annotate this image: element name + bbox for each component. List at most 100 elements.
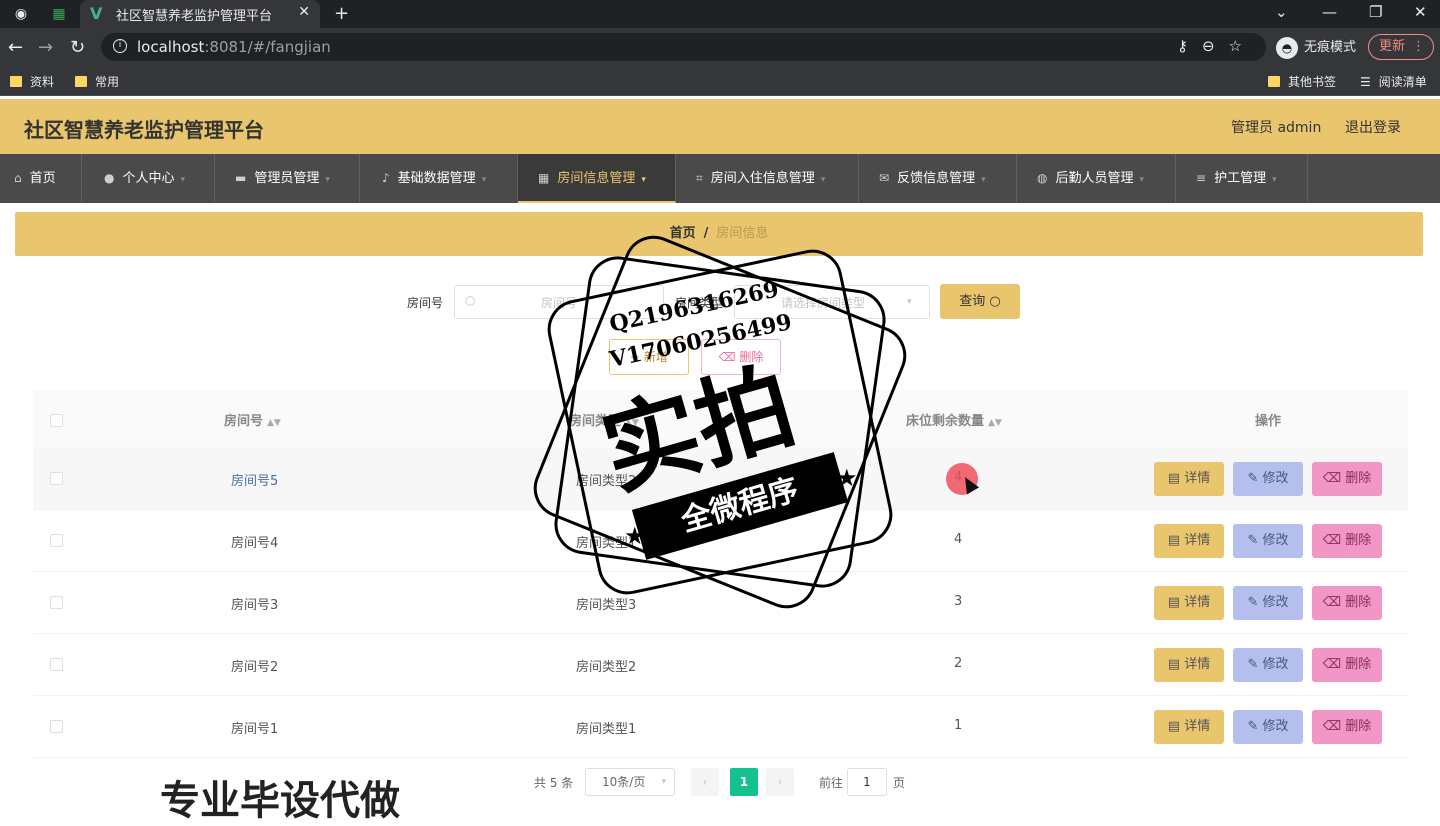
delete-button[interactable]: ⌫ 删除	[1312, 710, 1382, 744]
sheets-icon[interactable]: ▦	[50, 5, 68, 23]
header-label: 房间号	[224, 414, 264, 429]
edit-button[interactable]: ✎ 修改	[1233, 524, 1303, 558]
menu-item-admin[interactable]: ▬ 管理员管理 ▾	[215, 154, 360, 203]
detail-label: 详情	[1184, 657, 1211, 672]
menu-item-personal[interactable]: ● 个人中心 ▾	[82, 154, 215, 203]
detail-button[interactable]: ▤ 详情	[1154, 648, 1224, 682]
reading-list[interactable]: ☰ 阅读清单	[1360, 73, 1427, 90]
chevron-down-icon: ▾	[325, 175, 330, 185]
browser-menu-icon[interactable]: ◉	[12, 5, 30, 23]
table-row[interactable]: 房间号3 房间类型3 3 ▤ 详情 ✎ 修改 ⌫ 删除	[33, 572, 1408, 634]
bookmark-folder-other[interactable]: 其他书签	[1268, 73, 1336, 90]
query-button[interactable]: 查询 ○	[940, 284, 1020, 319]
new-tab-icon[interactable]: +	[334, 3, 349, 24]
forward-icon[interactable]: →	[38, 37, 53, 58]
update-button[interactable]: 更新 ⋮	[1368, 34, 1434, 60]
table-row[interactable]: 房间号5 房间类型2 4 ▤ 详情 ✎ 修改 ⌫ 删除	[33, 448, 1408, 510]
pencil-icon: ✎	[1247, 595, 1263, 610]
room-no-input[interactable]: ○ 房间号	[454, 285, 664, 319]
breadcrumb-current: 房间信息	[716, 226, 769, 241]
chevron-down-icon: ▾	[1139, 175, 1145, 185]
cell-room-type: 房间类型1	[576, 722, 637, 737]
edit-button[interactable]: ✎ 修改	[1233, 462, 1303, 496]
room-type-select[interactable]: 请选择房间类型 ▾	[734, 285, 930, 319]
reload-icon[interactable]: ↻	[70, 37, 85, 58]
url-host: localhost	[137, 38, 205, 56]
bookmark-folder[interactable]: 常用	[75, 73, 119, 90]
menu-item-caregiver[interactable]: ≡ 护工管理 ▾	[1176, 154, 1308, 203]
detail-label: 详情	[1184, 533, 1211, 548]
room-no-label: 房间号	[407, 296, 444, 310]
detail-button[interactable]: ▤ 详情	[1154, 462, 1224, 496]
window-close-icon[interactable]: ✕	[1414, 3, 1427, 21]
cell-beds: 1	[954, 718, 963, 733]
table-row[interactable]: 房间号2 房间类型2 2 ▤ 详情 ✎ 修改 ⌫ 删除	[33, 634, 1408, 696]
trash-icon: ⌫	[1322, 533, 1346, 548]
next-page-button[interactable]: ›	[766, 768, 794, 796]
cell-beds: 3	[954, 594, 963, 609]
table-row[interactable]: 房间号1 房间类型1 1 ▤ 详情 ✎ 修改 ⌫ 删除	[33, 696, 1408, 758]
cell-room-no: 房间号2	[231, 660, 279, 675]
crop-icon: ⌗	[696, 171, 703, 185]
delete-button[interactable]: ⌫ 删除	[1312, 648, 1382, 682]
page-size-select[interactable]: 10条/页 ▾	[585, 768, 675, 796]
row-checkbox[interactable]	[50, 596, 63, 609]
row-checkbox[interactable]	[50, 472, 63, 485]
restore-icon[interactable]: ❐	[1369, 3, 1382, 21]
breadcrumb-home[interactable]: 首页	[670, 226, 696, 241]
prev-page-button[interactable]: ‹	[691, 768, 719, 796]
back-icon[interactable]: ←	[8, 37, 23, 58]
edit-label: 修改	[1262, 533, 1289, 548]
edit-button[interactable]: ✎ 修改	[1233, 710, 1303, 744]
delete-button[interactable]: ⌫ 删除	[1312, 524, 1382, 558]
select-all-checkbox[interactable]	[50, 414, 63, 427]
row-checkbox[interactable]	[50, 720, 63, 733]
chevron-down-icon: ▾	[820, 175, 826, 185]
menu-label: 后勤人员管理	[1055, 171, 1134, 186]
menu-item-feedback[interactable]: ✉ 反馈信息管理 ▾	[859, 154, 1017, 203]
menu-item-home[interactable]: ⌂ 首页	[0, 154, 82, 203]
row-checkbox[interactable]	[50, 534, 63, 547]
menu-item-checkin[interactable]: ⌗ 房间入住信息管理 ▾	[676, 154, 859, 203]
menu-item-room-info[interactable]: ▦ 房间信息管理 ▾	[518, 154, 676, 203]
goto-page-input[interactable]: 1	[847, 768, 887, 796]
header-beds[interactable]: 床位剩余数量 ▲▼	[906, 410, 1002, 429]
sort-icon[interactable]: ▲▼	[625, 418, 639, 428]
address-bar-icons[interactable]: ⚷⊖☆	[1177, 37, 1256, 55]
incognito-indicator[interactable]: ◓ 无痕模式	[1276, 36, 1356, 59]
trash-icon: ⌫	[1322, 595, 1346, 610]
search-icon: ○	[989, 294, 1001, 309]
minimize-icon[interactable]: —	[1322, 3, 1337, 21]
detail-button[interactable]: ▤ 详情	[1154, 524, 1224, 558]
chevron-down-icon: ▾	[907, 297, 912, 307]
menu-item-logistics[interactable]: ◍ 后勤人员管理 ▾	[1017, 154, 1176, 203]
sort-icon[interactable]: ▲▼	[267, 418, 281, 428]
edit-button[interactable]: ✎ 修改	[1233, 648, 1303, 682]
browser-tab-active[interactable]: V 社区智慧养老监护管理平台 ✕	[80, 0, 320, 28]
close-icon[interactable]: ✕	[298, 4, 310, 20]
delete-button[interactable]: ⌫ 删除	[1312, 462, 1382, 496]
menu-item-basic-data[interactable]: ♪ 基础数据管理 ▾	[360, 154, 518, 203]
sort-icon[interactable]: ▲▼	[988, 418, 1002, 428]
chevron-down-icon[interactable]: ⌄	[1275, 3, 1288, 21]
address-bar[interactable]: i localhost:8081/#/fangjian ⚷⊖☆	[101, 33, 1266, 61]
batch-delete-button[interactable]: ⌫ 删除	[701, 339, 781, 375]
edit-button[interactable]: ✎ 修改	[1233, 586, 1303, 620]
page-number-current[interactable]: 1	[730, 768, 758, 796]
info-icon[interactable]: i	[113, 39, 127, 53]
detail-button[interactable]: ▤ 详情	[1154, 710, 1224, 744]
logout-link[interactable]: 退出登录	[1345, 117, 1401, 137]
header-room-type[interactable]: 房间类型 ▲▼	[569, 410, 639, 429]
plus-icon: +	[630, 350, 644, 364]
header-room-no[interactable]: 房间号 ▲▼	[224, 410, 281, 429]
table-row[interactable]: 房间号4 房间类型1 4 ▤ 详情 ✎ 修改 ⌫ 删除	[33, 510, 1408, 572]
delete-button[interactable]: ⌫ 删除	[1312, 586, 1382, 620]
cell-room-no: 房间号1	[231, 722, 279, 737]
detail-button[interactable]: ▤ 详情	[1154, 586, 1224, 620]
row-checkbox[interactable]	[50, 658, 63, 671]
bookmark-folder[interactable]: 资料	[10, 73, 54, 90]
cell-beds: 4	[954, 532, 963, 547]
chevron-down-icon: ▾	[481, 175, 487, 185]
reading-list-icon: ☰	[1360, 75, 1371, 89]
add-button[interactable]: + 新增	[609, 339, 689, 375]
